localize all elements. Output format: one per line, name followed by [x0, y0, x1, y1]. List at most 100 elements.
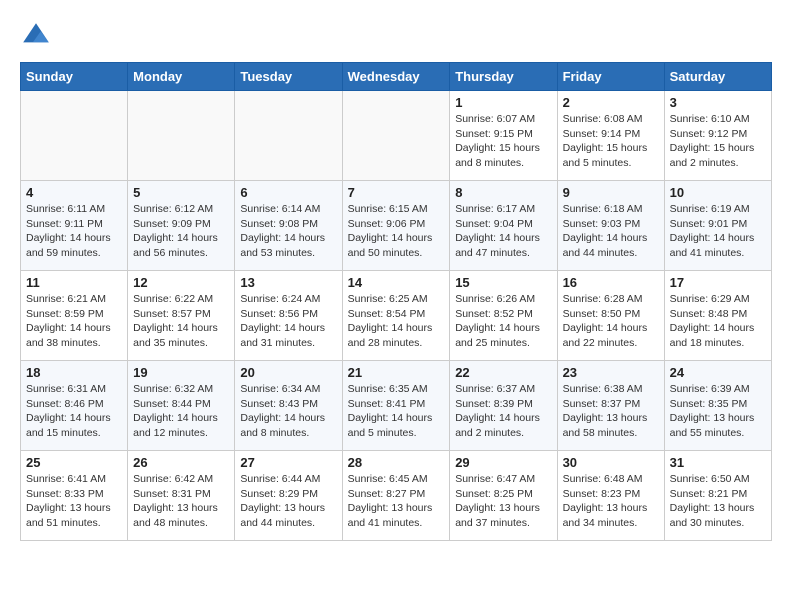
- day-number: 12: [133, 275, 229, 290]
- weekday-header-tuesday: Tuesday: [235, 63, 342, 91]
- calendar-table: SundayMondayTuesdayWednesdayThursdayFrid…: [20, 62, 772, 541]
- day-number: 7: [348, 185, 445, 200]
- day-info: Sunrise: 6:24 AM Sunset: 8:56 PM Dayligh…: [240, 292, 336, 351]
- day-number: 31: [670, 455, 766, 470]
- day-number: 23: [563, 365, 659, 380]
- day-info: Sunrise: 6:37 AM Sunset: 8:39 PM Dayligh…: [455, 382, 551, 441]
- day-info: Sunrise: 6:35 AM Sunset: 8:41 PM Dayligh…: [348, 382, 445, 441]
- day-info: Sunrise: 6:48 AM Sunset: 8:23 PM Dayligh…: [563, 472, 659, 531]
- day-info: Sunrise: 6:42 AM Sunset: 8:31 PM Dayligh…: [133, 472, 229, 531]
- calendar-cell: 28Sunrise: 6:45 AM Sunset: 8:27 PM Dayli…: [342, 451, 450, 541]
- calendar-cell: 16 Sunrise: 6:28 AM Sunset: 8:50 PM Dayli…: [557, 271, 664, 361]
- logo-icon: [20, 20, 52, 52]
- calendar-cell: 30 Sunrise: 6:48 AM Sunset: 8:23 PM Dayli…: [557, 451, 664, 541]
- calendar-cell: 24 Sunrise: 6:39 AM Sunset: 8:35 PM Dayli…: [664, 361, 771, 451]
- day-number: 30: [563, 455, 659, 470]
- day-info: Sunrise: 6:10 AM Sunset: 9:12 PM Dayligh…: [670, 112, 766, 171]
- day-number: 16: [563, 275, 659, 290]
- day-info: Sunrise: 6:31 AM Sunset: 8:46 PM Dayligh…: [26, 382, 122, 441]
- calendar-cell: 3 Sunrise: 6:10 AM Sunset: 9:12 PM Daylig…: [664, 91, 771, 181]
- day-info: Sunrise: 6:22 AM Sunset: 8:57 PM Dayligh…: [133, 292, 229, 351]
- calendar-cell: 14 Sunrise: 6:25 AM Sunset: 8:54 PM Dayli…: [342, 271, 450, 361]
- calendar-cell: 17Sunrise: 6:29 AM Sunset: 8:48 PM Dayli…: [664, 271, 771, 361]
- calendar-cell: 15 Sunrise: 6:26 AM Sunset: 8:52 PM Dayli…: [450, 271, 557, 361]
- day-info: Sunrise: 6:39 AM Sunset: 8:35 PM Dayligh…: [670, 382, 766, 441]
- day-info: Sunrise: 6:25 AM Sunset: 8:54 PM Dayligh…: [348, 292, 445, 351]
- calendar-cell: 9 Sunrise: 6:18 AM Sunset: 9:03 PM Daylig…: [557, 181, 664, 271]
- calendar-cell: 20 Sunrise: 6:34 AM Sunset: 8:43 PM Dayli…: [235, 361, 342, 451]
- day-info: Sunrise: 6:18 AM Sunset: 9:03 PM Dayligh…: [563, 202, 659, 261]
- calendar-cell: 6 Sunrise: 6:14 AM Sunset: 9:08 PM Daylig…: [235, 181, 342, 271]
- day-info: Sunrise: 6:19 AM Sunset: 9:01 PM Dayligh…: [670, 202, 766, 261]
- calendar-cell: 25 Sunrise: 6:41 AM Sunset: 8:33 PM Dayli…: [21, 451, 128, 541]
- day-number: 20: [240, 365, 336, 380]
- calendar-cell: 2 Sunrise: 6:08 AM Sunset: 9:14 PM Daylig…: [557, 91, 664, 181]
- day-number: 2: [563, 95, 659, 110]
- weekday-header-wednesday: Wednesday: [342, 63, 450, 91]
- day-info: Sunrise: 6:29 AM Sunset: 8:48 PM Dayligh…: [670, 292, 766, 351]
- calendar-cell: 5 Sunrise: 6:12 AM Sunset: 9:09 PM Daylig…: [128, 181, 235, 271]
- day-number: 5: [133, 185, 229, 200]
- day-number: 4: [26, 185, 122, 200]
- day-number: 6: [240, 185, 336, 200]
- day-info: Sunrise: 6:47 AM Sunset: 8:25 PM Dayligh…: [455, 472, 551, 531]
- page-header: [20, 20, 772, 52]
- day-info: Sunrise: 6:32 AM Sunset: 8:44 PM Dayligh…: [133, 382, 229, 441]
- day-info: Sunrise: 6:07 AM Sunset: 9:15 PM Dayligh…: [455, 112, 551, 171]
- calendar-cell: 11 Sunrise: 6:21 AM Sunset: 8:59 PM Dayli…: [21, 271, 128, 361]
- calendar-cell: 7Sunrise: 6:15 AM Sunset: 9:06 PM Daylig…: [342, 181, 450, 271]
- day-number: 29: [455, 455, 551, 470]
- day-info: Sunrise: 6:14 AM Sunset: 9:08 PM Dayligh…: [240, 202, 336, 261]
- calendar-cell: 21 Sunrise: 6:35 AM Sunset: 8:41 PM Dayli…: [342, 361, 450, 451]
- calendar-cell: 26 Sunrise: 6:42 AM Sunset: 8:31 PM Dayli…: [128, 451, 235, 541]
- day-number: 13: [240, 275, 336, 290]
- day-info: Sunrise: 6:44 AM Sunset: 8:29 PM Dayligh…: [240, 472, 336, 531]
- day-info: Sunrise: 6:41 AM Sunset: 8:33 PM Dayligh…: [26, 472, 122, 531]
- day-number: 28: [348, 455, 445, 470]
- day-number: 3: [670, 95, 766, 110]
- weekday-header-friday: Friday: [557, 63, 664, 91]
- calendar-cell: 10 Sunrise: 6:19 AM Sunset: 9:01 PM Dayli…: [664, 181, 771, 271]
- day-number: 25: [26, 455, 122, 470]
- day-number: 10: [670, 185, 766, 200]
- weekday-header-thursday: Thursday: [450, 63, 557, 91]
- calendar-cell: 12 Sunrise: 6:22 AM Sunset: 8:57 PM Dayli…: [128, 271, 235, 361]
- calendar-cell: 1 Sunrise: 6:07 AM Sunset: 9:15 PM Daylig…: [450, 91, 557, 181]
- day-info: Sunrise: 6:17 AM Sunset: 9:04 PM Dayligh…: [455, 202, 551, 261]
- day-number: 15: [455, 275, 551, 290]
- calendar-cell: [128, 91, 235, 181]
- calendar-week-5: 25 Sunrise: 6:41 AM Sunset: 8:33 PM Dayli…: [21, 451, 772, 541]
- day-info: Sunrise: 6:11 AM Sunset: 9:11 PM Dayligh…: [26, 202, 122, 261]
- day-number: 19: [133, 365, 229, 380]
- day-info: Sunrise: 6:26 AM Sunset: 8:52 PM Dayligh…: [455, 292, 551, 351]
- day-number: 18: [26, 365, 122, 380]
- day-number: 14: [348, 275, 445, 290]
- calendar-cell: 31 Sunrise: 6:50 AM Sunset: 8:21 PM Dayli…: [664, 451, 771, 541]
- day-info: Sunrise: 6:28 AM Sunset: 8:50 PM Dayligh…: [563, 292, 659, 351]
- calendar-cell: 22 Sunrise: 6:37 AM Sunset: 8:39 PM Dayli…: [450, 361, 557, 451]
- day-number: 24: [670, 365, 766, 380]
- calendar-cell: 27 Sunrise: 6:44 AM Sunset: 8:29 PM Dayli…: [235, 451, 342, 541]
- day-number: 9: [563, 185, 659, 200]
- calendar-cell: 23Sunrise: 6:38 AM Sunset: 8:37 PM Dayli…: [557, 361, 664, 451]
- day-number: 26: [133, 455, 229, 470]
- weekday-header-saturday: Saturday: [664, 63, 771, 91]
- day-number: 1: [455, 95, 551, 110]
- day-number: 8: [455, 185, 551, 200]
- calendar-week-4: 18 Sunrise: 6:31 AM Sunset: 8:46 PM Dayli…: [21, 361, 772, 451]
- day-info: Sunrise: 6:12 AM Sunset: 9:09 PM Dayligh…: [133, 202, 229, 261]
- day-number: 11: [26, 275, 122, 290]
- day-number: 21: [348, 365, 445, 380]
- calendar-cell: 13 Sunrise: 6:24 AM Sunset: 8:56 PM Dayli…: [235, 271, 342, 361]
- day-info: Sunrise: 6:34 AM Sunset: 8:43 PM Dayligh…: [240, 382, 336, 441]
- day-number: 27: [240, 455, 336, 470]
- calendar-cell: 4 Sunrise: 6:11 AM Sunset: 9:11 PM Daylig…: [21, 181, 128, 271]
- day-info: Sunrise: 6:08 AM Sunset: 9:14 PM Dayligh…: [563, 112, 659, 171]
- calendar-week-3: 11 Sunrise: 6:21 AM Sunset: 8:59 PM Dayli…: [21, 271, 772, 361]
- day-number: 22: [455, 365, 551, 380]
- calendar-cell: 18 Sunrise: 6:31 AM Sunset: 8:46 PM Dayli…: [21, 361, 128, 451]
- calendar-cell: 29 Sunrise: 6:47 AM Sunset: 8:25 PM Dayli…: [450, 451, 557, 541]
- day-info: Sunrise: 6:50 AM Sunset: 8:21 PM Dayligh…: [670, 472, 766, 531]
- day-info: Sunrise: 6:21 AM Sunset: 8:59 PM Dayligh…: [26, 292, 122, 351]
- calendar-cell: 8 Sunrise: 6:17 AM Sunset: 9:04 PM Daylig…: [450, 181, 557, 271]
